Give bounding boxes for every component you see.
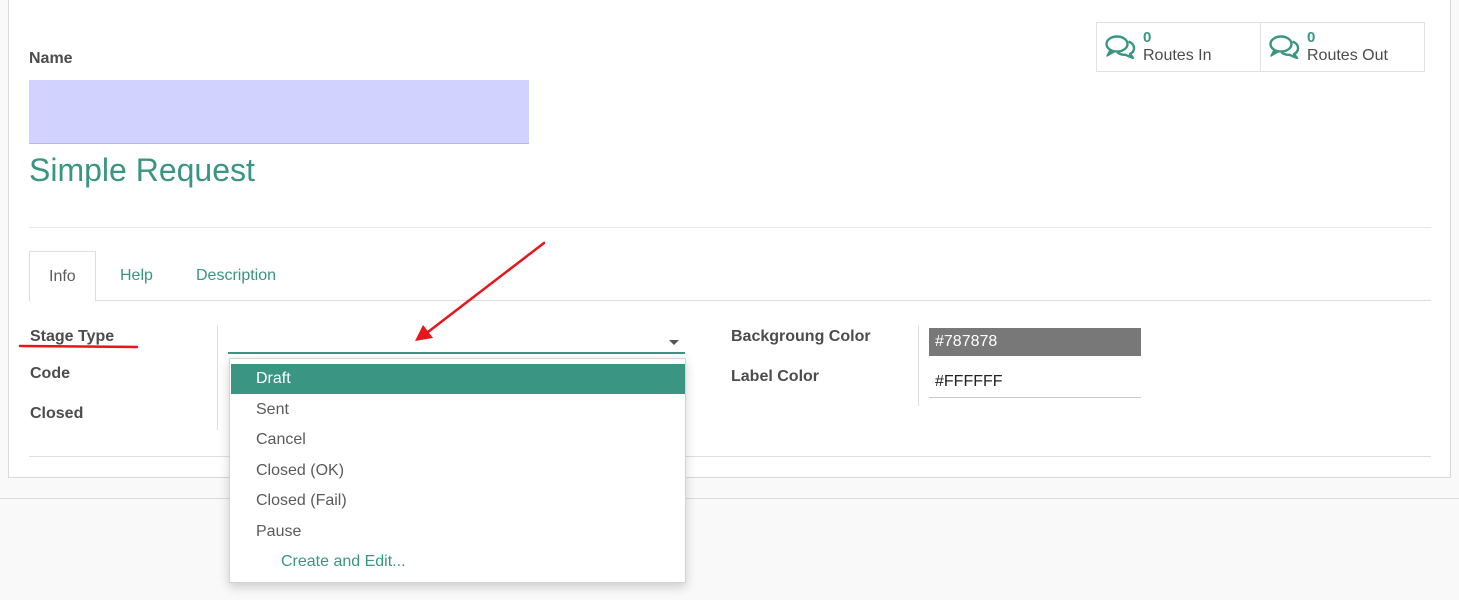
tab-description[interactable]: Description (196, 251, 276, 301)
routes-in-count: 0 (1143, 29, 1152, 46)
name-input[interactable] (29, 80, 529, 144)
code-label: Code (30, 365, 70, 382)
name-label: Name (29, 50, 73, 67)
routes-out-label: Routes Out (1307, 47, 1388, 64)
stage-type-select[interactable] (228, 328, 685, 354)
label-divider (217, 325, 218, 430)
header-separator (29, 227, 1431, 228)
dropdown-option-closed-fail[interactable]: Closed (Fail) (231, 486, 685, 516)
caret-down-icon (669, 340, 679, 345)
stage-type-dropdown: Draft Sent Cancel Closed (OK) Closed (Fa… (229, 358, 686, 583)
dropdown-option-pause[interactable]: Pause (231, 517, 685, 547)
comments-icon (1105, 35, 1136, 59)
page-title: Simple Request (29, 152, 255, 188)
bg-color-input[interactable]: #787878 (929, 328, 1141, 356)
label-color-label: Label Color (731, 368, 820, 385)
tab-info[interactable]: Info (29, 251, 96, 302)
routes-out-button[interactable]: 0 Routes Out (1261, 23, 1424, 71)
right-label-divider (918, 325, 919, 406)
tab-help[interactable]: Help (120, 251, 153, 301)
label-color-input[interactable]: #FFFFFF (929, 368, 1141, 398)
dropdown-option-closed-ok[interactable]: Closed (OK) (231, 456, 685, 486)
bottom-divider (0, 498, 1459, 499)
notebook-tabs: Info Help Description (29, 251, 1431, 302)
dropdown-option-sent[interactable]: Sent (231, 395, 685, 425)
dropdown-option-cancel[interactable]: Cancel (231, 425, 685, 455)
smart-buttons: 0 Routes In 0 Routes Out (1096, 22, 1425, 72)
comments-icon (1269, 35, 1300, 59)
create-and-edit-link[interactable]: Create and Edit... (231, 547, 685, 577)
routes-in-label: Routes In (1143, 47, 1212, 64)
bg-color-label: Backgroung Color (731, 328, 871, 345)
routes-out-count: 0 (1307, 29, 1316, 46)
dropdown-option-draft[interactable]: Draft (231, 364, 685, 394)
routes-in-button[interactable]: 0 Routes In (1097, 23, 1261, 71)
stage-type-label: Stage Type (30, 328, 115, 345)
closed-label: Closed (30, 405, 84, 422)
